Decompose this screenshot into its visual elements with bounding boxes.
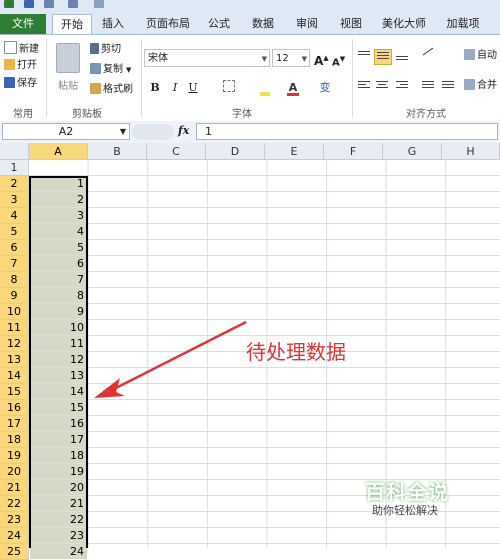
annotation-text: 待处理数据 — [246, 340, 346, 364]
annotation-arrow — [94, 320, 247, 398]
watermark-logo: 百科全说 — [365, 480, 449, 504]
watermark-subtitle: 助你轻松解决 — [372, 504, 438, 517]
